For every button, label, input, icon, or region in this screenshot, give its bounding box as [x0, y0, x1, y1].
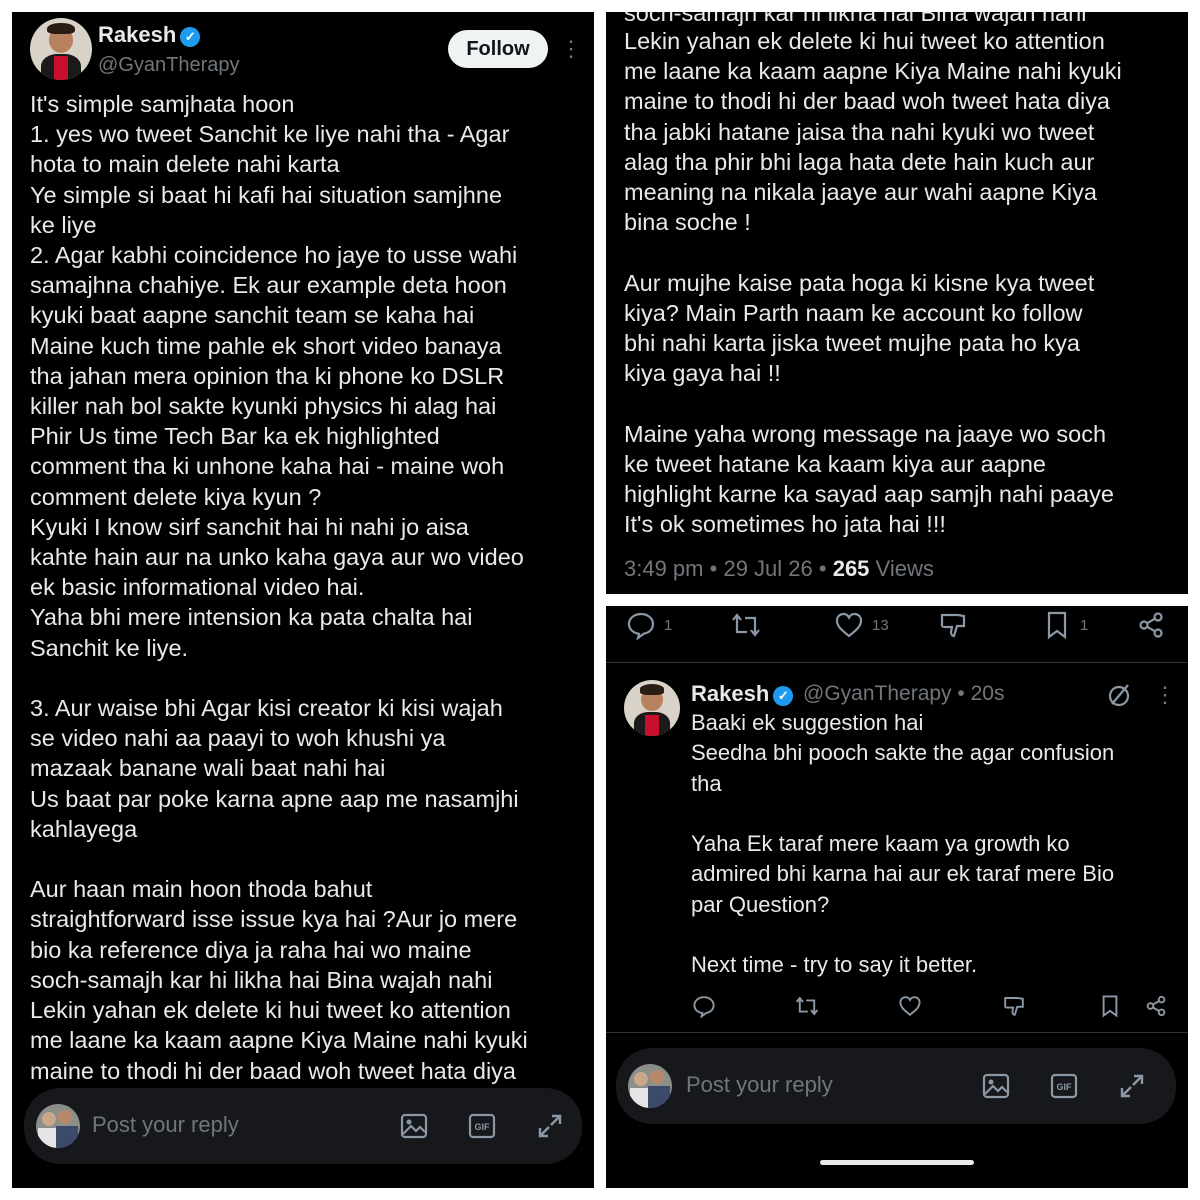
bookmark-icon[interactable]	[1098, 994, 1122, 1018]
expand-icon[interactable]	[536, 1112, 564, 1140]
svg-text:GIF: GIF	[1057, 1082, 1073, 1092]
reply-age[interactable]: 20s	[971, 682, 1005, 705]
tweet-meta: 3:49 pm • 29 Jul 26 • 265 Views	[624, 556, 934, 582]
reply-author-name-row[interactable]: Rakesh ✓	[691, 681, 794, 707]
heart-icon	[835, 612, 863, 638]
image-icon[interactable]	[400, 1112, 428, 1140]
reply-input[interactable]: Post your reply	[686, 1072, 833, 1098]
divider	[606, 1032, 1188, 1033]
reply-count: 1	[664, 616, 673, 634]
expand-icon[interactable]	[1118, 1072, 1146, 1100]
left-tweet-panel: Rakesh ✓ @GyanTherapy Follow ⋮ It's simpl…	[12, 12, 594, 1188]
top-right-tweet-panel: soch-samajh kar hi likha hai Bina wajah …	[606, 12, 1188, 594]
repost-icon	[732, 613, 760, 637]
no-symbol-icon[interactable]	[1106, 682, 1132, 708]
repost-icon[interactable]	[794, 994, 820, 1018]
bookmark-count: 1	[1080, 616, 1089, 634]
like-action[interactable]: 13	[834, 610, 889, 640]
reply-author-meta: @GyanTherapy • 20s	[803, 682, 1004, 706]
comment-icon[interactable]	[692, 994, 716, 1018]
bottom-right-panel: 1 13 1 Rakesh ✓ @GyanTherapy • 20s ⋮ Baa…	[606, 606, 1188, 1188]
user-avatar	[36, 1104, 80, 1148]
tweet-text: It's simple samjhata hoon 1. yes wo twee…	[30, 91, 528, 1084]
tweet-time[interactable]: 3:49 pm	[624, 556, 704, 581]
views-label: Views	[875, 556, 934, 581]
author-handle[interactable]: @GyanTherapy	[98, 54, 239, 77]
repost-action[interactable]	[730, 610, 762, 640]
comment-icon	[627, 612, 655, 640]
meta-separator: •	[818, 556, 833, 581]
reply-composer[interactable]: Post your reply GIF	[24, 1088, 582, 1164]
tweet-text-continued: Lekin yahan ek delete ki hui tweet ko at…	[624, 28, 1122, 538]
home-indicator[interactable]	[820, 1160, 974, 1165]
dislike-icon[interactable]	[1002, 994, 1026, 1018]
reply-input[interactable]: Post your reply	[92, 1112, 239, 1138]
author-name[interactable]: Rakesh	[98, 22, 176, 47]
verified-badge-icon: ✓	[773, 686, 794, 706]
more-options-icon[interactable]: ⋮	[560, 38, 582, 60]
reply-author-name[interactable]: Rakesh	[691, 681, 769, 706]
meta-separator: •	[709, 556, 724, 581]
dislike-icon	[940, 613, 966, 638]
like-count: 13	[872, 616, 889, 634]
author-name-row[interactable]: Rakesh ✓	[98, 22, 201, 48]
share-action[interactable]	[1136, 610, 1166, 640]
views-count[interactable]: 265	[833, 556, 870, 581]
more-options-icon[interactable]: ⋮	[1154, 684, 1176, 706]
reply-author-avatar[interactable]	[624, 680, 680, 736]
reply-text: Baaki ek suggestion hai Seedha bhi pooch…	[691, 710, 1115, 978]
meta-separator: •	[957, 682, 971, 705]
share-icon	[1139, 612, 1163, 638]
share-icon[interactable]	[1144, 994, 1168, 1018]
follow-button[interactable]: Follow	[448, 30, 548, 68]
image-icon[interactable]	[982, 1072, 1010, 1100]
reply-author-handle[interactable]: @GyanTherapy	[803, 682, 952, 705]
svg-text:GIF: GIF	[475, 1122, 491, 1132]
divider	[606, 662, 1188, 663]
author-avatar[interactable]	[30, 18, 92, 80]
reply-composer[interactable]: Post your reply GIF	[616, 1048, 1176, 1124]
reply-action[interactable]: 1	[626, 610, 672, 640]
gif-icon[interactable]: GIF	[468, 1112, 496, 1140]
gif-icon[interactable]: GIF	[1050, 1072, 1078, 1100]
tweet-date[interactable]: 29 Jul 26	[723, 556, 812, 581]
user-avatar	[628, 1064, 672, 1108]
verified-badge-icon: ✓	[180, 27, 201, 47]
bookmark-icon	[1047, 611, 1067, 640]
bookmark-action[interactable]: 1	[1042, 610, 1088, 640]
heart-icon[interactable]	[898, 994, 922, 1018]
dislike-action[interactable]	[938, 610, 968, 640]
